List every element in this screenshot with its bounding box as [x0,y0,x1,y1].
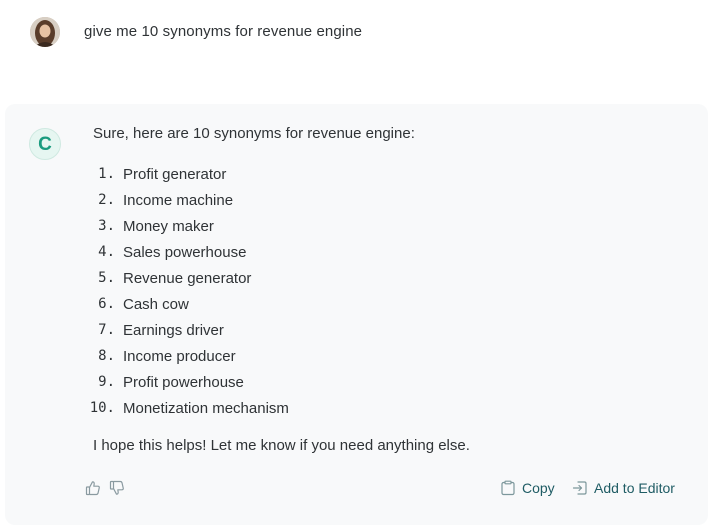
avatar-image [30,17,60,47]
list-item-number: 9. [98,374,115,390]
user-message-row: give me 10 synonyms for revenue engine [0,0,713,104]
reply-intro: Sure, here are 10 synonyms for revenue e… [93,125,415,142]
list-item: 5. Revenue generator [85,265,289,291]
list-item-number: 2. [98,192,115,208]
user-avatar [30,17,60,47]
list-item-number: 1. [98,166,115,182]
list-item-text: Profit generator [123,165,227,183]
list-item-number: 7. [98,322,115,338]
list-item: 1. Profit generator [85,161,289,187]
assistant-logo-icon: C [29,128,61,160]
list-item-number: 6. [98,296,115,312]
assistant-reply-card: C Sure, here are 10 synonyms for revenue… [5,104,708,525]
list-item-text: Monetization mechanism [123,399,289,417]
list-item: 10. Monetization mechanism [85,395,289,421]
add-to-editor-button[interactable]: Add to Editor [572,478,675,498]
list-item-text: Earnings driver [123,321,224,339]
assistant-logo-letter: C [38,133,52,155]
list-item: 8. Income producer [85,343,289,369]
list-item-number: 3. [98,218,115,234]
list-item-number: 10. [89,400,115,416]
add-to-editor-label: Add to Editor [594,480,675,496]
list-item-number: 4. [98,244,115,260]
list-item-text: Cash cow [123,295,189,313]
add-to-editor-icon [572,481,587,495]
reply-actions-bar: Copy Add to Editor [5,476,708,500]
list-item-text: Money maker [123,217,214,235]
list-item: 9. Profit powerhouse [85,369,289,395]
reply-outro: I hope this helps! Let me know if you ne… [93,437,470,454]
list-item: 4. Sales powerhouse [85,239,289,265]
list-item: 7. Earnings driver [85,317,289,343]
user-message-text: give me 10 synonyms for revenue engine [84,23,363,40]
list-item-number: 8. [98,348,115,364]
synonym-list: 1. Profit generator 2. Income machine 3. Mo… [85,161,289,421]
thumbs-up-icon[interactable] [85,480,101,496]
thumbs-down-icon[interactable] [109,480,125,496]
copy-button[interactable]: Copy [500,478,555,498]
list-item: 3. Money maker [85,213,289,239]
clipboard-icon [501,480,515,496]
list-item-text: Income machine [123,191,234,209]
list-item-text: Profit powerhouse [123,373,244,391]
list-item-text: Income producer [123,347,236,365]
list-item: 6. Cash cow [85,291,289,317]
list-item: 2. Income machine [85,187,289,213]
list-item-text: Revenue generator [123,269,252,287]
list-item-number: 5. [98,270,115,286]
list-item-text: Sales powerhouse [123,243,247,261]
copy-button-label: Copy [522,480,555,496]
